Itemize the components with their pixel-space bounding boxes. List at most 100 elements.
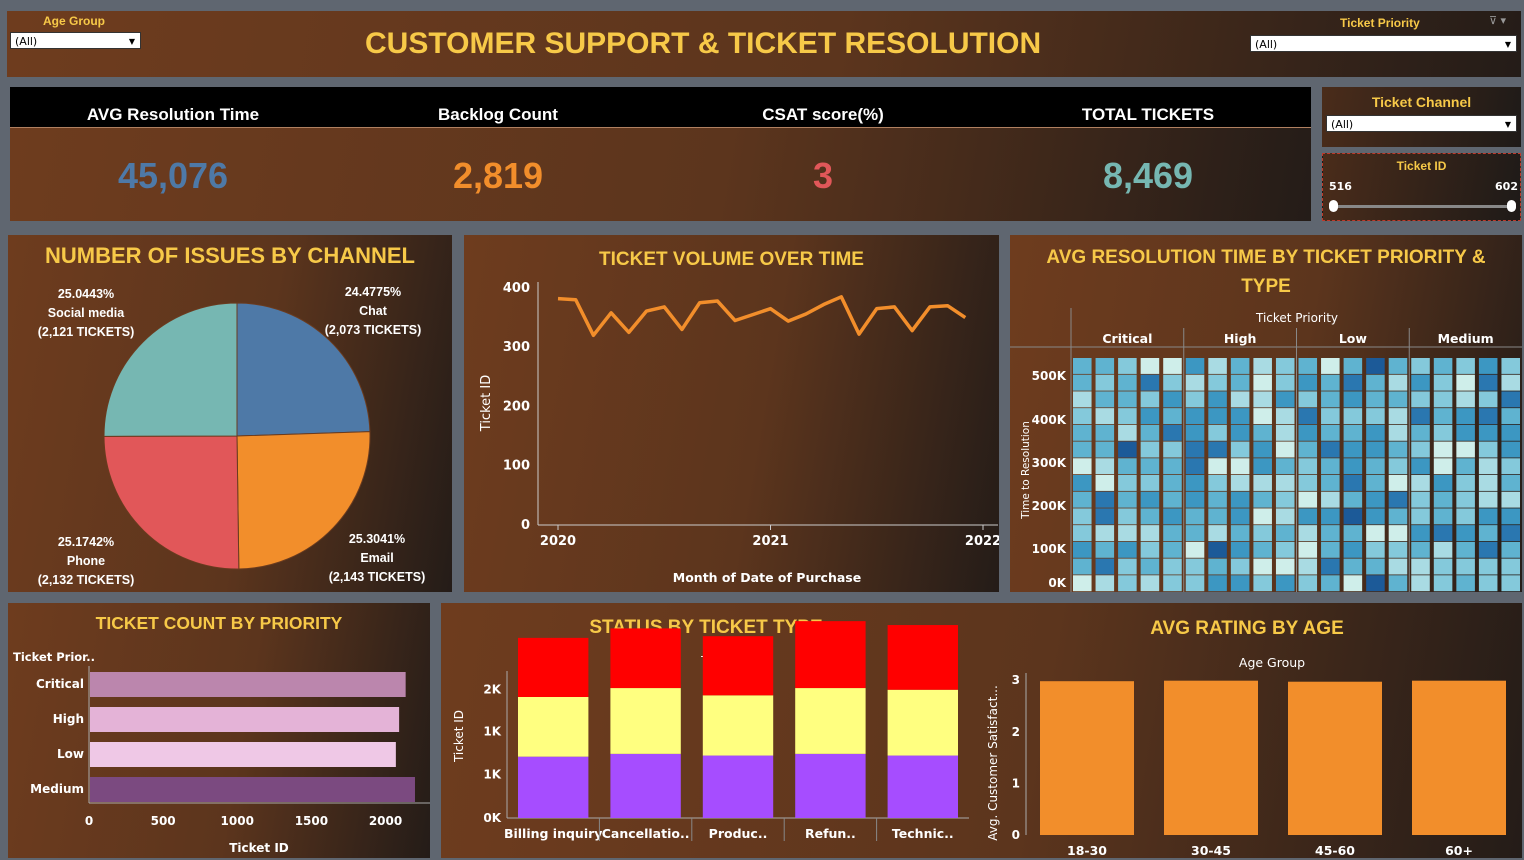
heatmap-cell[interactable]	[1140, 475, 1160, 491]
status-bar-segment[interactable]	[887, 755, 958, 818]
heatmap-cell[interactable]	[1185, 508, 1205, 525]
heatmap-cell[interactable]	[1095, 458, 1115, 475]
heatmap-cell[interactable]	[1388, 525, 1408, 542]
heatmap-cell[interactable]	[1456, 358, 1475, 374]
heatmap-cell[interactable]	[1163, 391, 1182, 408]
heatmap-cell[interactable]	[1388, 558, 1408, 575]
heatmap-cell[interactable]	[1163, 458, 1182, 475]
heatmap-cell[interactable]	[1163, 475, 1182, 491]
heatmap-cell[interactable]	[1253, 374, 1272, 391]
heatmap-cell[interactable]	[1343, 491, 1363, 508]
heatmap-cell[interactable]	[1208, 491, 1227, 508]
age-bar-30-45[interactable]	[1164, 680, 1258, 835]
heatmap-cell[interactable]	[1253, 441, 1272, 458]
heatmap-cell[interactable]	[1298, 491, 1318, 508]
heatmap-cell[interactable]	[1411, 508, 1430, 525]
heatmap-cell[interactable]	[1185, 424, 1205, 441]
heatmap-cell[interactable]	[1118, 558, 1137, 575]
heatmap-cell[interactable]	[1411, 525, 1430, 542]
heatmap-cell[interactable]	[1298, 525, 1318, 542]
heatmap-cell[interactable]	[1275, 458, 1295, 475]
heatmap-cell[interactable]	[1230, 374, 1250, 391]
heatmap-cell[interactable]	[1253, 541, 1272, 558]
heatmap-cell[interactable]	[1073, 475, 1092, 491]
heatmap-cell[interactable]	[1501, 441, 1520, 458]
heatmap-cell[interactable]	[1185, 475, 1205, 491]
heatmap-cell[interactable]	[1095, 558, 1115, 575]
heatmap-cell[interactable]	[1140, 391, 1160, 408]
heatmap-cell[interactable]	[1321, 558, 1340, 575]
heatmap-cell[interactable]	[1478, 458, 1498, 475]
heatmap-cell[interactable]	[1433, 525, 1453, 542]
heatmap-cell[interactable]	[1073, 458, 1092, 475]
heatmap-cell[interactable]	[1433, 358, 1453, 374]
status-bar-segment[interactable]	[795, 621, 866, 689]
heatmap-cell[interactable]	[1118, 424, 1137, 441]
heatmap-cell[interactable]	[1118, 475, 1137, 491]
heatmap-cell[interactable]	[1478, 408, 1498, 425]
heatmap-cell[interactable]	[1456, 441, 1475, 458]
heatmap-cell[interactable]	[1253, 508, 1272, 525]
heatmap-cell[interactable]	[1321, 441, 1340, 458]
heatmap-cell[interactable]	[1118, 441, 1137, 458]
heatmap-cell[interactable]	[1388, 575, 1408, 592]
heatmap-cell[interactable]	[1456, 491, 1475, 508]
heatmap-cell[interactable]	[1275, 358, 1295, 374]
heatmap-cell[interactable]	[1298, 558, 1318, 575]
heatmap-cell[interactable]	[1208, 458, 1227, 475]
heatmap-cell[interactable]	[1230, 441, 1250, 458]
heatmap-cell[interactable]	[1343, 525, 1363, 542]
heatmap-cell[interactable]	[1095, 441, 1115, 458]
heatmap-cell[interactable]	[1073, 374, 1092, 391]
heatmap-cell[interactable]	[1230, 491, 1250, 508]
heatmap-cell[interactable]	[1185, 458, 1205, 475]
heatmap-cell[interactable]	[1163, 491, 1182, 508]
heatmap-cell[interactable]	[1185, 358, 1205, 374]
heatmap-cell[interactable]	[1073, 358, 1092, 374]
age-group-dropdown[interactable]: (All) ▼	[10, 32, 141, 49]
status-bar-segment[interactable]	[610, 753, 681, 818]
heatmap-cell[interactable]	[1298, 541, 1318, 558]
heatmap-cell[interactable]	[1321, 525, 1340, 542]
heatmap-cell[interactable]	[1118, 374, 1137, 391]
age-bar-18-30[interactable]	[1040, 681, 1134, 835]
heatmap-cell[interactable]	[1095, 525, 1115, 542]
heatmap-cell[interactable]	[1366, 558, 1385, 575]
heatmap-cell[interactable]	[1343, 408, 1363, 425]
heatmap-cell[interactable]	[1321, 458, 1340, 475]
heatmap-cell[interactable]	[1456, 575, 1475, 592]
heatmap-cell[interactable]	[1095, 491, 1115, 508]
heatmap-cell[interactable]	[1388, 441, 1408, 458]
ticket-id-slider-handle-min[interactable]	[1329, 200, 1338, 212]
heatmap-cell[interactable]	[1456, 475, 1475, 491]
heatmap-cell[interactable]	[1321, 374, 1340, 391]
heatmap-cell[interactable]	[1456, 458, 1475, 475]
heatmap-cell[interactable]	[1366, 358, 1385, 374]
heatmap-cell[interactable]	[1478, 374, 1498, 391]
heatmap-cell[interactable]	[1118, 358, 1137, 374]
heatmap-cell[interactable]	[1253, 475, 1272, 491]
heatmap-cell[interactable]	[1230, 408, 1250, 425]
heatmap-cell[interactable]	[1321, 408, 1340, 425]
heatmap-cell[interactable]	[1230, 391, 1250, 408]
heatmap-cell[interactable]	[1275, 391, 1295, 408]
heatmap-cell[interactable]	[1253, 424, 1272, 441]
heatmap-cell[interactable]	[1208, 391, 1227, 408]
heatmap-cell[interactable]	[1433, 424, 1453, 441]
heatmap-cell[interactable]	[1366, 408, 1385, 425]
heatmap-cell[interactable]	[1321, 508, 1340, 525]
heatmap-cell[interactable]	[1343, 475, 1363, 491]
heatmap-cell[interactable]	[1478, 424, 1498, 441]
heatmap-cell[interactable]	[1275, 508, 1295, 525]
heatmap-cell[interactable]	[1185, 441, 1205, 458]
heatmap-cell[interactable]	[1298, 441, 1318, 458]
heatmap-cell[interactable]	[1163, 358, 1182, 374]
heatmap-cell[interactable]	[1388, 374, 1408, 391]
heatmap-cell[interactable]	[1163, 508, 1182, 525]
heatmap-cell[interactable]	[1275, 441, 1295, 458]
heatmap-cell[interactable]	[1230, 458, 1250, 475]
heatmap-cell[interactable]	[1321, 391, 1340, 408]
heatmap-cell[interactable]	[1253, 525, 1272, 542]
heatmap-cell[interactable]	[1140, 575, 1160, 592]
heatmap-cell[interactable]	[1163, 441, 1182, 458]
